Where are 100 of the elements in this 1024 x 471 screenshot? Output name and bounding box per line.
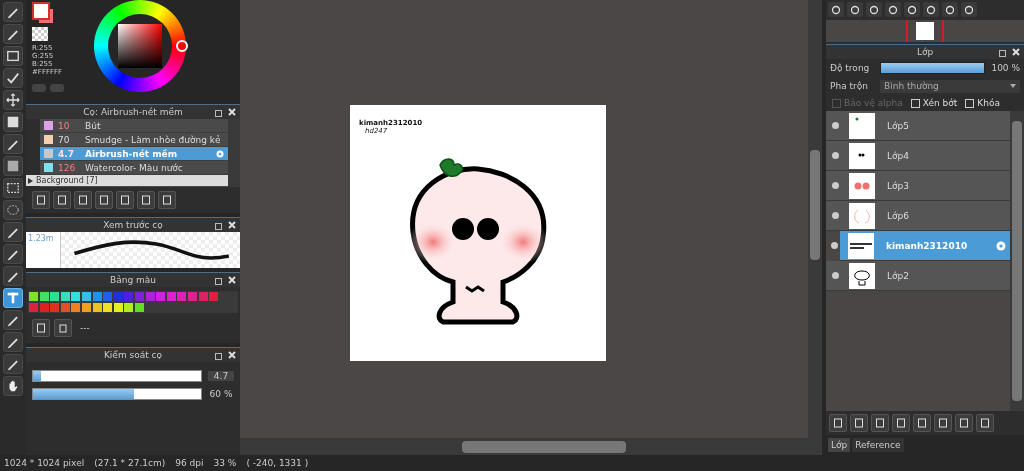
tool-button[interactable]: [3, 68, 23, 88]
slider-track[interactable]: [32, 387, 202, 400]
float-icon[interactable]: [215, 108, 224, 117]
tool-button[interactable]: [3, 2, 23, 22]
tool-button[interactable]: [3, 156, 23, 176]
palette-swatch[interactable]: [103, 302, 113, 312]
layer-item[interactable]: Lớp3: [826, 171, 1010, 201]
palette-swatch[interactable]: [92, 302, 102, 312]
tool-button[interactable]: [3, 310, 23, 330]
gear-icon[interactable]: [995, 239, 1007, 252]
slider-track[interactable]: [32, 369, 202, 382]
panel-title: Lớp: [916, 47, 934, 57]
brush-item[interactable]: 10 Bút: [40, 119, 228, 133]
rectangle-icon: [6, 49, 20, 63]
layer-thumbnail: [849, 112, 875, 139]
tool-button[interactable]: [3, 112, 23, 132]
navigator-thumbnail[interactable]: [916, 22, 934, 40]
palette-swatch[interactable]: [50, 302, 60, 312]
palette-swatch[interactable]: [60, 302, 70, 312]
palette-swatch[interactable]: [39, 302, 49, 312]
scrollbar[interactable]: [228, 119, 240, 187]
float-icon[interactable]: [215, 276, 224, 285]
tool-button[interactable]: [3, 222, 23, 242]
palette-name: ---: [80, 322, 90, 333]
opacity-label: Độ trong: [830, 63, 871, 73]
tool-button[interactable]: [3, 244, 23, 264]
visibility-dot[interactable]: [832, 272, 839, 279]
tool-button[interactable]: [3, 332, 23, 352]
layer-thumbnail: [849, 202, 875, 229]
float-icon[interactable]: [215, 350, 224, 360]
visibility-dot[interactable]: [832, 152, 839, 159]
palette-swatch[interactable]: [124, 302, 134, 312]
scrollbar-thumb[interactable]: [1012, 121, 1022, 401]
gear-icon[interactable]: [215, 148, 225, 159]
tool-button[interactable]: [3, 46, 23, 66]
tool-button[interactable]: [3, 376, 23, 396]
visibility-dot[interactable]: [831, 242, 838, 249]
palette-swatch[interactable]: [92, 292, 102, 301]
palette-swatch[interactable]: [134, 292, 144, 301]
option-checkbox[interactable]: Khóa: [965, 98, 1000, 108]
brush-item[interactable]: 70 Smudge - Làm nhòe đường kẻ: [40, 133, 228, 147]
palette-swatch[interactable]: [60, 292, 70, 301]
tool-button[interactable]: [3, 24, 23, 44]
palette-swatch[interactable]: [198, 292, 208, 301]
palette-swatch[interactable]: [145, 292, 155, 301]
panel-title: Cọ: Airbrush-nét mềm: [83, 107, 183, 117]
close-icon[interactable]: [1012, 48, 1020, 56]
close-icon[interactable]: [228, 221, 236, 229]
palette-swatch[interactable]: [71, 292, 81, 301]
status-text: 96 dpi: [175, 458, 204, 468]
blend-dropdown[interactable]: Bình thường: [880, 79, 1020, 93]
visibility-dot[interactable]: [832, 212, 839, 219]
visibility-dot[interactable]: [832, 122, 839, 129]
palette-swatch[interactable]: [124, 292, 134, 301]
palette-swatch[interactable]: [50, 292, 60, 301]
palette-swatch[interactable]: [103, 292, 113, 301]
close-icon[interactable]: [228, 276, 236, 284]
close-icon[interactable]: [228, 108, 236, 116]
layer-item[interactable]: Lớp6: [826, 201, 1010, 231]
palette-swatch[interactable]: [166, 292, 176, 301]
palette-swatch[interactable]: [187, 292, 197, 301]
scrollbar-thumb[interactable]: [810, 150, 820, 260]
tool-button[interactable]: [3, 354, 23, 374]
option-checkbox[interactable]: Xén bớt: [910, 98, 958, 108]
palette-swatch[interactable]: [134, 302, 144, 312]
layer-item[interactable]: Lớp4: [826, 141, 1010, 171]
tool-button[interactable]: [3, 134, 23, 154]
float-icon[interactable]: [999, 48, 1008, 57]
scrollbar-thumb[interactable]: [462, 440, 626, 453]
color-swatch[interactable]: [32, 2, 54, 24]
palette-swatch[interactable]: [209, 292, 219, 301]
palette-swatch[interactable]: [177, 292, 187, 301]
tool-button[interactable]: [3, 288, 23, 308]
panel-tab[interactable]: Lớp: [828, 438, 851, 452]
panel-tab[interactable]: Reference: [852, 438, 904, 452]
checkmark-icon: [6, 71, 20, 85]
palette-swatch[interactable]: [81, 302, 91, 312]
palette-swatch[interactable]: [29, 302, 38, 312]
palette-swatch[interactable]: [29, 292, 38, 301]
transparent-swatch[interactable]: [32, 27, 48, 41]
close-icon[interactable]: [228, 350, 236, 359]
float-icon[interactable]: [215, 221, 224, 230]
palette-swatch[interactable]: [113, 292, 123, 301]
palette-swatch[interactable]: [71, 302, 81, 312]
palette-swatch[interactable]: [156, 292, 166, 301]
status-text: 33 %: [213, 458, 237, 468]
opacity-slider[interactable]: [881, 63, 985, 73]
layer-item[interactable]: Lớp5: [826, 111, 1010, 141]
tool-button[interactable]: [3, 266, 23, 286]
blend-label: Pha trộn: [830, 81, 869, 91]
tool-button[interactable]: [3, 178, 23, 198]
slider-value: 60 %: [208, 388, 234, 399]
palette-swatch[interactable]: [113, 302, 123, 312]
layer-item[interactable]: Lớp2: [826, 261, 1010, 291]
expand-arrow-icon[interactable]: [28, 177, 33, 184]
tool-button[interactable]: [3, 90, 23, 110]
visibility-dot[interactable]: [832, 182, 839, 189]
palette-swatch[interactable]: [81, 292, 91, 301]
brush-item[interactable]: 126 Watercolor- Màu nước: [40, 161, 228, 175]
palette-swatch[interactable]: [39, 292, 49, 301]
